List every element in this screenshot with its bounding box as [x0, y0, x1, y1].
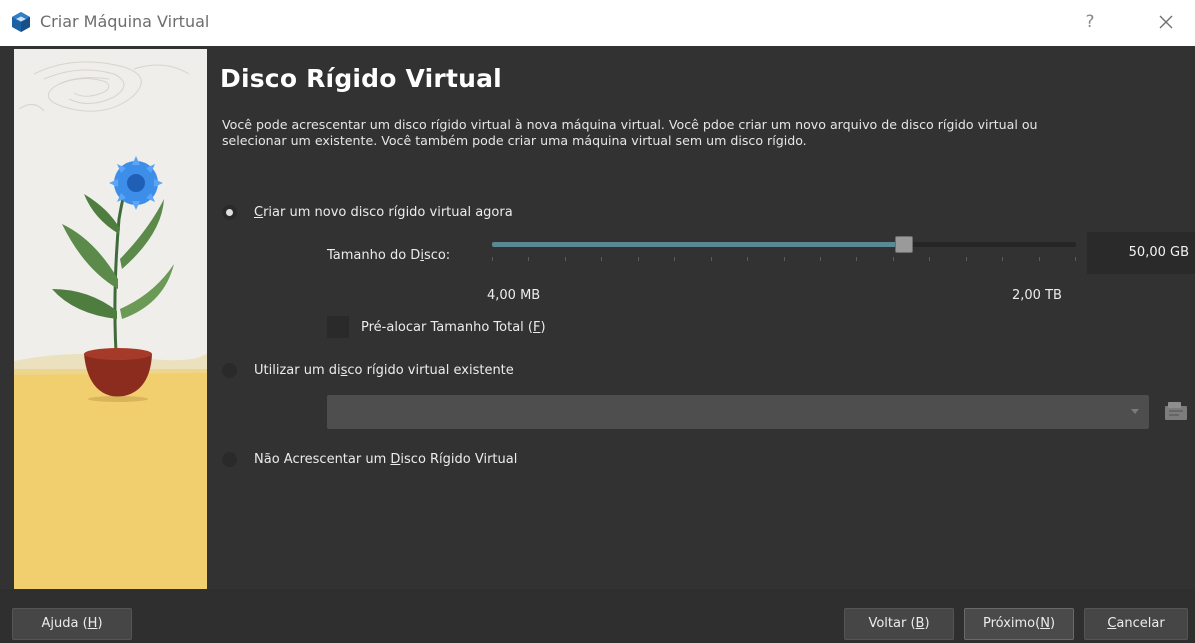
radio-label: Criar um novo disco rígido virtual agora — [254, 204, 513, 220]
slider-handle[interactable] — [894, 236, 913, 253]
radio-label: Utilizar um disco rígido virtual existen… — [254, 362, 514, 378]
help-button[interactable]: Ajuda (H) — [12, 608, 132, 640]
slider-tick — [784, 257, 785, 261]
choose-disk-file-icon[interactable] — [1163, 399, 1189, 423]
slider-tick — [674, 257, 675, 261]
disk-size-input[interactable]: 50,00 GB — [1087, 232, 1195, 274]
help-title-button[interactable]: ? — [1078, 10, 1102, 34]
slider-max-label: 2,00 TB — [1012, 288, 1062, 303]
radio-button[interactable] — [222, 362, 237, 378]
slider-tick — [711, 257, 712, 261]
slider-tick — [1039, 257, 1040, 261]
existing-disk-select[interactable] — [327, 395, 1149, 429]
slider-fill — [492, 242, 904, 247]
close-icon[interactable] — [1152, 8, 1180, 36]
slider-tick — [820, 257, 821, 261]
radio-use-existing-disk[interactable]: Utilizar um disco rígido virtual existen… — [222, 360, 514, 380]
slider-tick — [747, 257, 748, 261]
radio-label: Não Acrescentar um Disco Rígido Virtual — [254, 451, 518, 467]
slider-tick — [528, 257, 529, 261]
preallocate-label: Pré-alocar Tamanho Total (F) — [361, 319, 546, 335]
page-title: Disco Rígido Virtual — [220, 64, 502, 93]
disk-size-slider[interactable] — [492, 236, 1076, 266]
button-bar: Ajuda (H) Voltar (B) Próximo(N) Cancelar — [0, 589, 1195, 643]
chevron-down-icon[interactable] — [1131, 409, 1139, 414]
page-description: Você pode acrescentar um disco rígido vi… — [222, 117, 1038, 148]
slider-tick — [929, 257, 930, 261]
title-bar: Criar Máquina Virtual ? — [0, 0, 1195, 46]
slider-tick — [966, 257, 967, 261]
virtualbox-cube-icon — [12, 12, 30, 32]
wizard-page: Disco Rígido Virtual Você pode acrescent… — [0, 46, 1195, 589]
radio-create-new-disk[interactable]: Criar um novo disco rígido virtual agora — [222, 202, 513, 222]
radio-button[interactable] — [222, 204, 237, 220]
cancel-button[interactable]: Cancelar — [1084, 608, 1188, 640]
window-title: Criar Máquina Virtual — [40, 12, 210, 31]
preallocate-checkbox-row[interactable]: Pré-alocar Tamanho Total (F) — [327, 316, 546, 338]
preallocate-checkbox[interactable] — [327, 316, 349, 338]
radio-button[interactable] — [222, 451, 237, 467]
disk-size-label: Tamanho do Disco: — [327, 248, 451, 263]
next-button[interactable]: Próximo(N) — [964, 608, 1074, 640]
radio-no-disk[interactable]: Não Acrescentar um Disco Rígido Virtual — [222, 449, 517, 469]
slider-tick — [856, 257, 857, 261]
slider-tick — [1002, 257, 1003, 261]
back-button[interactable]: Voltar (B) — [844, 608, 954, 640]
slider-tick — [638, 257, 639, 261]
slider-tick — [492, 257, 493, 261]
slider-min-label: 4,00 MB — [487, 288, 541, 303]
slider-tick — [1075, 257, 1076, 261]
slider-tick — [893, 257, 894, 261]
slider-tick — [601, 257, 602, 261]
slider-tick — [565, 257, 566, 261]
